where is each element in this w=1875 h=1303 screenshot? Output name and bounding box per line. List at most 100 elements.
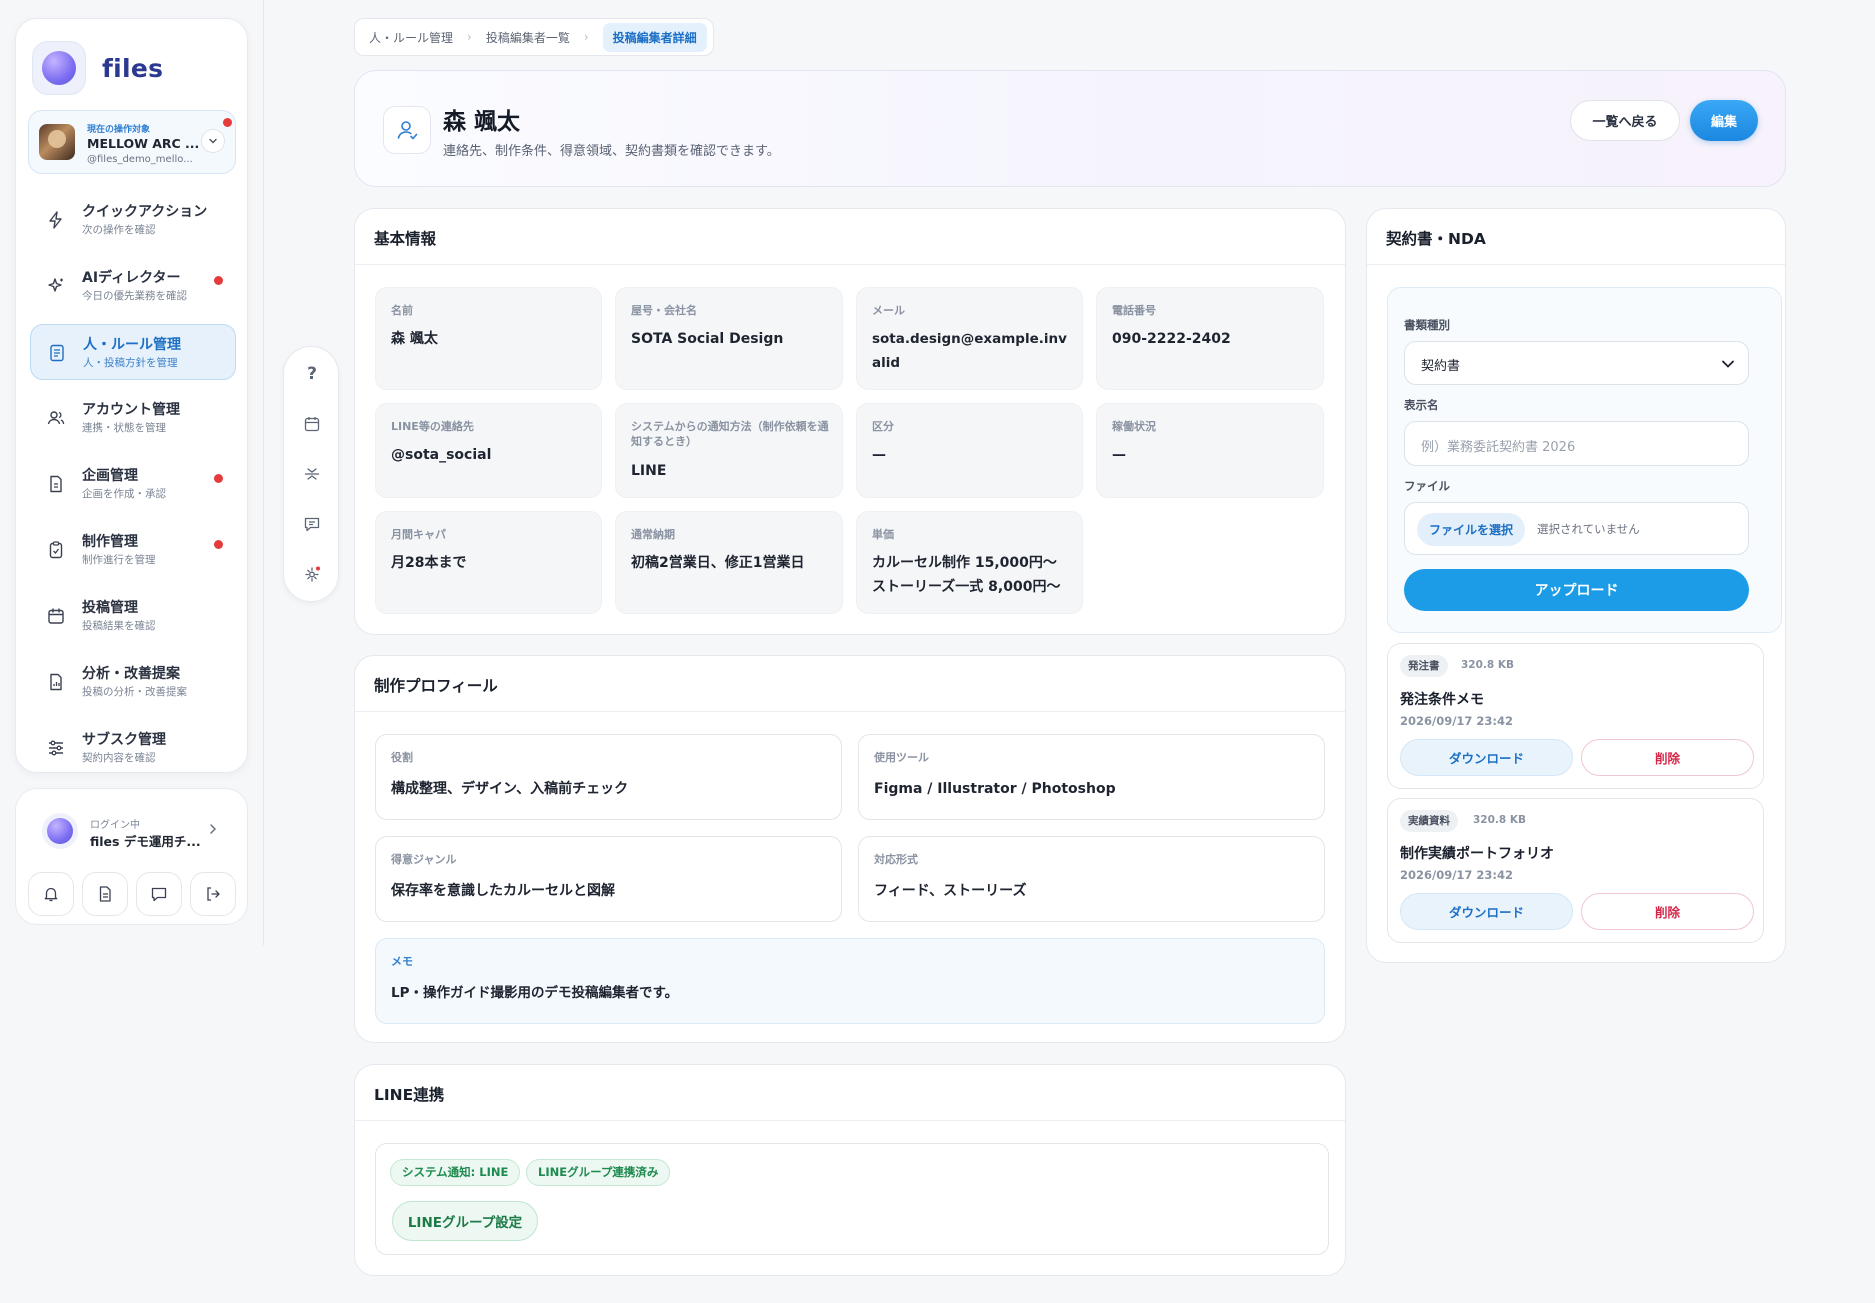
page-header: 森 颯太 連絡先、制作条件、得意領域、契約書類を確認できます。 一覧へ戻る 編集: [354, 70, 1786, 187]
field-notify-method: システムからの通知方法（制作依頼を通知するとき） LINE: [615, 403, 843, 498]
nav-item-subscription[interactable]: サブスク管理 契約内容を確認: [30, 720, 236, 776]
calendar-icon: [46, 606, 66, 626]
nav-label: 分析・改善提案: [82, 666, 180, 682]
document-icon: [96, 885, 114, 903]
settings-button[interactable]: [300, 562, 324, 586]
nav-item-ai-director[interactable]: AIディレクター 今日の優先業務を確認: [30, 258, 236, 314]
breadcrumb-item[interactable]: 投稿編集者一覧: [486, 29, 570, 46]
field-label: 通常納期: [631, 528, 675, 541]
profile-formats: 対応形式 フィード、ストーリーズ: [858, 836, 1325, 922]
chevron-down-icon[interactable]: [201, 129, 225, 153]
notification-dot: [214, 276, 223, 285]
chevron-right-icon: ›: [467, 30, 472, 44]
brand-name: files: [102, 53, 164, 83]
document-item: 実績資料 320.8 KB 制作実績ポートフォリオ 2026/09/17 23:…: [1387, 798, 1764, 943]
nav-sub: 人・投稿方針を管理: [83, 357, 178, 369]
nav-item-analytics[interactable]: 分析・改善提案 投稿の分析・改善提案: [30, 654, 236, 710]
field-value: 090-2222-2402: [1112, 331, 1231, 347]
gear-icon: [303, 565, 321, 583]
field-value: LINE: [631, 463, 667, 479]
doc-name: 制作実績ポートフォリオ: [1400, 846, 1554, 862]
doc-date: 2026/09/17 23:42: [1400, 868, 1514, 882]
user-profile-icon: [383, 106, 431, 154]
notifications-button[interactable]: [28, 872, 74, 916]
field-value: 構成整理、デザイン、入稿前チェック: [391, 781, 629, 797]
sidebar-divider: [263, 0, 264, 945]
nav-label: アカウント管理: [82, 402, 180, 418]
field-value: sota.design@example.invalid: [872, 331, 1067, 371]
download-button[interactable]: ダウンロード: [1400, 893, 1573, 930]
document-item: 発注書 320.8 KB 発注条件メモ 2026/09/17 23:42 ダウン…: [1387, 643, 1764, 789]
help-button[interactable]: ?: [300, 362, 324, 386]
field-value: 保存率を意識したカルーセルと図解: [391, 883, 615, 899]
notification-dot: [214, 474, 223, 483]
choose-file-button[interactable]: ファイルを選択: [1417, 513, 1525, 546]
login-card: ログイン中 files デモ運用チ...: [15, 788, 248, 925]
nav-item-planning[interactable]: 企画管理 企画を作成・承認: [30, 456, 236, 512]
card-header: 契約書・NDA: [1367, 209, 1785, 265]
account-name: MELLOW ARC ...: [87, 136, 200, 151]
file-input[interactable]: ファイルを選択 選択されていません: [1404, 502, 1749, 555]
compare-button[interactable]: [300, 462, 324, 486]
logout-icon: [204, 885, 222, 903]
card-title: 契約書・NDA: [1386, 230, 1486, 248]
nav-item-people-rules[interactable]: 人・ルール管理 人・投稿方針を管理: [30, 324, 236, 380]
download-button[interactable]: ダウンロード: [1400, 739, 1573, 776]
memo-label: メモ: [391, 955, 413, 968]
field-unit-price: 単価 カルーセル制作 15,000円〜 ストーリーズ一式 8,000円〜: [856, 511, 1083, 614]
card-title: LINE連携: [374, 1086, 445, 1104]
user-avatar: [42, 813, 78, 849]
delete-button[interactable]: 削除: [1581, 739, 1754, 776]
edit-button[interactable]: 編集: [1690, 100, 1758, 141]
back-to-list-button[interactable]: 一覧へ戻る: [1570, 100, 1680, 141]
field-value: フィード、ストーリーズ: [874, 883, 1027, 899]
collapse-icon: [303, 465, 321, 483]
documents-button[interactable]: [82, 872, 128, 916]
nav-sub: 今日の優先業務を確認: [82, 290, 187, 302]
doc-size: 320.8 KB: [1473, 814, 1527, 826]
breadcrumb-item[interactable]: 人・ルール管理: [369, 29, 453, 46]
nav-item-account[interactable]: アカウント管理 連携・状態を管理: [30, 390, 236, 446]
nav-label: AIディレクター: [82, 270, 181, 286]
nav-label: 人・ルール管理: [83, 337, 181, 353]
notification-dot: [214, 540, 223, 549]
doc-type-badge: 実績資料: [1400, 810, 1458, 832]
nav-label: 制作管理: [82, 534, 138, 550]
bell-icon: [42, 885, 60, 903]
field-name: 名前 森 颯太: [375, 287, 602, 390]
messages-button[interactable]: [136, 872, 182, 916]
field-label: システムからの通知方法（制作依頼を通知するとき）: [631, 420, 829, 448]
card-title: 制作プロフィール: [374, 677, 498, 695]
comments-button[interactable]: [300, 512, 324, 536]
nav-label: 投稿管理: [82, 600, 138, 616]
field-phone: 電話番号 090-2222-2402: [1096, 287, 1324, 390]
brand[interactable]: files: [32, 41, 163, 95]
field-value: —: [872, 447, 886, 463]
field-label: 単価: [872, 528, 894, 541]
doc-type-select[interactable]: 契約書: [1404, 341, 1749, 385]
login-name: files デモ運用チ...: [90, 834, 201, 849]
doc-type-value: 契約書: [1421, 359, 1461, 374]
display-name-input[interactable]: 例）業務委託契約書 2026: [1404, 421, 1749, 466]
tool-rail: ?: [283, 346, 339, 602]
logout-button[interactable]: [190, 872, 236, 916]
doc-type-label: 書類種別: [1404, 318, 1450, 332]
line-integration-card: LINE連携 システム通知: LINE LINEグループ連携済み LINEグルー…: [354, 1064, 1346, 1276]
file-icon: [46, 474, 66, 494]
display-name-placeholder: 例）業務委託契約書 2026: [1421, 440, 1576, 455]
status-badge: システム通知: LINE: [390, 1159, 521, 1186]
account-switcher[interactable]: 現在の操作対象 MELLOW ARC ... @files_demo_mello…: [28, 110, 236, 174]
calendar-button[interactable]: [300, 412, 324, 436]
sliders-icon: [46, 738, 66, 758]
line-group-settings-button[interactable]: LINEグループ設定: [392, 1201, 538, 1241]
card-header: LINE連携: [355, 1065, 1345, 1121]
clipboard-icon: [46, 540, 66, 560]
page-title: 森 颯太: [443, 109, 521, 135]
nav-item-production[interactable]: 制作管理 制作進行を管理: [30, 522, 236, 578]
field-email: メール sota.design@example.invalid: [856, 287, 1083, 390]
nav-item-posts[interactable]: 投稿管理 投稿結果を確認: [30, 588, 236, 644]
nav-item-quick-action[interactable]: クイックアクション 次の操作を確認: [30, 192, 236, 248]
delete-button[interactable]: 削除: [1581, 893, 1754, 930]
upload-button[interactable]: アップロード: [1404, 569, 1749, 611]
chat-icon: [150, 885, 168, 903]
